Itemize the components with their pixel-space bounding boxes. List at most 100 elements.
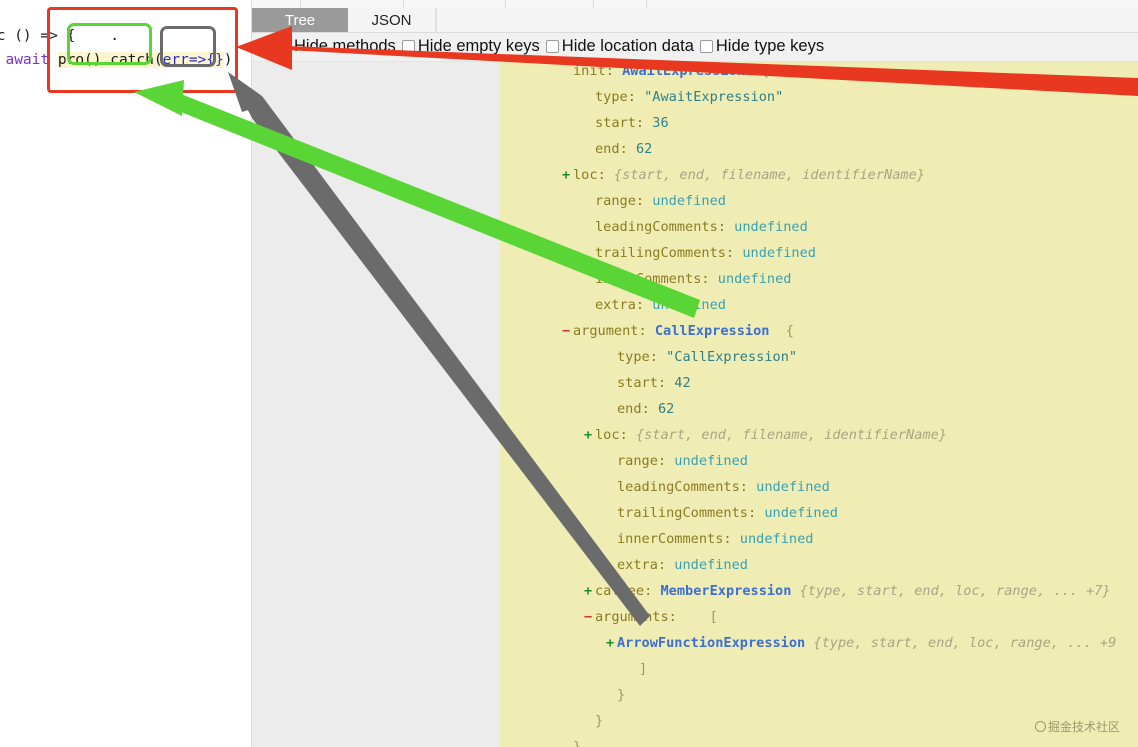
- tab-json[interactable]: JSON: [348, 8, 436, 32]
- tree-row[interactable]: leadingComments: undefined: [500, 214, 1138, 240]
- tree-row[interactable]: start: 36: [500, 110, 1138, 136]
- tree-separator: :: [641, 401, 658, 417]
- tree-node-type[interactable]: AwaitExpression: [622, 63, 745, 79]
- tree-undefined-value: undefined: [652, 193, 726, 209]
- tree-row[interactable]: + callee: MemberExpression {type, start, …: [500, 578, 1138, 604]
- tree-key: extra: [595, 297, 636, 313]
- code-keyword-await: await: [5, 52, 50, 68]
- collapse-toggle-icon[interactable]: −: [562, 318, 573, 344]
- expand-toggle-icon[interactable]: +: [584, 422, 595, 448]
- code-editor-pane[interactable]: nc () => { . await pro().catch(err=>{});: [0, 0, 252, 747]
- tree-key: trailingComments: [617, 505, 748, 521]
- toggle-spacer: [584, 214, 595, 240]
- toggle-spacer: [584, 188, 595, 214]
- toggle-spacer: [606, 448, 617, 474]
- tree-options-bar: Hide methods Hide empty keys Hide locati…: [252, 32, 1138, 62]
- ast-tree-view[interactable]: init: AwaitExpression { type: "AwaitExpr…: [500, 58, 1138, 747]
- tree-undefined-value: undefined: [674, 453, 748, 469]
- tree-key: end: [617, 401, 642, 417]
- tree-number-value: 42: [674, 375, 691, 391]
- watermark-logo-icon: [1034, 721, 1046, 732]
- tree-string-value: "AwaitExpression": [644, 89, 784, 105]
- option-hide-location-data[interactable]: Hide location data: [545, 37, 694, 56]
- tree-number-value: 62: [657, 401, 675, 417]
- tree-preview: {start, end, filename, identifierName}: [613, 167, 925, 183]
- option-hide-methods[interactable]: Hide methods: [278, 37, 396, 56]
- tree-separator: :: [619, 141, 636, 157]
- tree-close-brace: ]: [639, 661, 648, 677]
- tree-row[interactable]: }: [500, 734, 1138, 747]
- tree-key: argument: [573, 323, 639, 339]
- tree-key: arguments: [595, 609, 669, 625]
- expand-toggle-icon[interactable]: +: [562, 162, 573, 188]
- empty-middle-pane: [252, 8, 501, 747]
- tree-key: trailingComments: [595, 245, 726, 261]
- checkbox-hide-type-keys[interactable]: [699, 40, 713, 53]
- tree-row[interactable]: range: undefined: [500, 188, 1138, 214]
- expand-toggle-icon[interactable]: +: [606, 630, 617, 656]
- tree-close-brace: }: [617, 687, 626, 703]
- tree-close-brace: }: [595, 713, 604, 729]
- expand-toggle-icon[interactable]: +: [584, 578, 595, 604]
- checkbox-hide-methods[interactable]: [278, 40, 291, 53]
- tree-separator: :: [717, 219, 735, 235]
- tree-node-type[interactable]: CallExpression: [655, 323, 770, 339]
- tree-row[interactable]: range: undefined: [500, 448, 1138, 474]
- tree-open-brace: {: [769, 323, 794, 339]
- checkbox-hidden-first[interactable]: [256, 40, 269, 53]
- tree-row[interactable]: end: 62: [500, 136, 1138, 162]
- tree-row[interactable]: start: 42: [500, 370, 1138, 396]
- toggle-spacer: [606, 500, 617, 526]
- tree-row[interactable]: + ArrowFunctionExpression {type, start, e…: [500, 630, 1138, 656]
- tree-row[interactable]: innerComments: undefined: [500, 526, 1138, 552]
- tree-row[interactable]: trailingComments: undefined: [500, 240, 1138, 266]
- tree-row[interactable]: end: 62: [500, 396, 1138, 422]
- checkbox-hide-empty-keys[interactable]: [401, 40, 415, 53]
- option-hide-type-keys[interactable]: Hide type keys: [699, 37, 824, 56]
- tree-separator: :: [627, 89, 645, 105]
- code-line1-prefix: nc (): [0, 28, 32, 44]
- tree-number-value: 62: [635, 141, 653, 157]
- tree-separator: :: [657, 375, 675, 391]
- tree-undefined-value: undefined: [674, 557, 748, 573]
- tree-row[interactable]: − argument: CallExpression {: [500, 318, 1138, 344]
- tree-undefined-value: undefined: [717, 271, 792, 287]
- tree-row[interactable]: extra: undefined: [500, 552, 1138, 578]
- tree-key: innerComments: [617, 531, 724, 547]
- tree-row[interactable]: − arguments: [: [500, 604, 1138, 630]
- option-hide-empty-keys[interactable]: Hide empty keys: [401, 37, 540, 56]
- tree-row[interactable]: innerComments: undefined: [500, 266, 1138, 292]
- option-hide-location-data-label: Hide location data: [561, 37, 694, 55]
- tab-tree[interactable]: Tree: [252, 8, 348, 32]
- toggle-spacer: [584, 266, 595, 292]
- toggle-spacer: [584, 84, 595, 110]
- tree-row[interactable]: + loc: {start, end, filename, identifierN…: [500, 422, 1138, 448]
- tree-key: start: [617, 375, 658, 391]
- tree-node-type[interactable]: MemberExpression: [660, 583, 791, 599]
- tree-row[interactable]: leadingComments: undefined: [500, 474, 1138, 500]
- tree-row[interactable]: type: "CallExpression": [500, 344, 1138, 370]
- tree-undefined-value: undefined: [734, 219, 808, 235]
- tree-key: init: [573, 63, 606, 79]
- tree-row[interactable]: }: [500, 682, 1138, 708]
- tree-row[interactable]: ]: [500, 656, 1138, 682]
- tree-separator: :: [635, 297, 653, 313]
- tree-key: loc: [595, 427, 620, 443]
- site-watermark: 掘金技术社区: [1034, 718, 1120, 735]
- tree-row[interactable]: type: "AwaitExpression": [500, 84, 1138, 110]
- checkbox-hide-location-data[interactable]: [545, 40, 559, 53]
- tree-key: end: [595, 141, 620, 157]
- annotation-gray-box: [160, 26, 216, 67]
- tree-row[interactable]: + loc: {start, end, filename, identifierN…: [500, 162, 1138, 188]
- tree-node-type[interactable]: ArrowFunctionExpression: [617, 635, 805, 651]
- collapse-toggle-icon[interactable]: −: [584, 604, 595, 630]
- tree-key: type: [595, 89, 628, 105]
- tree-key: range: [617, 453, 658, 469]
- toggle-spacer: [628, 656, 639, 682]
- toggle-spacer: [584, 110, 595, 136]
- tree-row[interactable]: extra: undefined: [500, 292, 1138, 318]
- option-hidden-first[interactable]: [256, 40, 272, 53]
- tree-row[interactable]: trailingComments: undefined: [500, 500, 1138, 526]
- tree-separator: :: [619, 427, 636, 443]
- toggle-spacer: [584, 292, 595, 318]
